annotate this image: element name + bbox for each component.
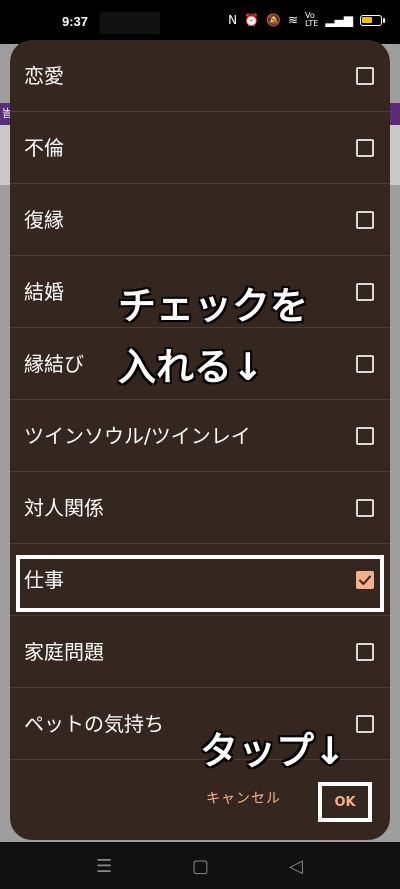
option-row[interactable]: 対人関係: [10, 472, 390, 544]
option-checkbox-checked[interactable]: [356, 571, 374, 589]
volte-icon: Vo LTE: [305, 11, 319, 28]
nfc-icon: N: [228, 13, 238, 27]
wifi-icon: ≋: [287, 13, 299, 27]
status-time: 9:37: [62, 14, 89, 29]
mute-icon: 🔕: [266, 13, 281, 27]
option-row[interactable]: 家庭問題: [10, 616, 390, 688]
option-row[interactable]: 不倫: [10, 112, 390, 184]
option-label: 縁結び: [24, 352, 84, 376]
cancel-button[interactable]: キャンセル: [206, 788, 281, 808]
option-label: 対人関係: [24, 496, 104, 520]
redacted-area: [100, 12, 160, 34]
option-label: 恋愛: [24, 64, 64, 88]
option-checkbox[interactable]: [356, 499, 374, 517]
option-row-selected[interactable]: 仕事: [10, 544, 390, 616]
option-list: 恋愛 不倫 復縁 結婚 縁結び ツインソウル/ツインレイ 対人関係 仕事 家庭問…: [10, 40, 390, 760]
option-label: ツインソウル/ツインレイ: [24, 424, 251, 448]
annotation-check-instruction: チェックを: [118, 284, 309, 328]
annotation-check-instruction-2: 入れる↓: [118, 345, 264, 389]
option-checkbox[interactable]: [356, 643, 374, 661]
signal-icon: ▂▄▆: [325, 13, 353, 27]
option-label: ペットの気持ち: [24, 712, 164, 736]
menu-icon[interactable]: ☰: [96, 856, 112, 877]
option-checkbox[interactable]: [356, 139, 374, 157]
option-checkbox[interactable]: [356, 715, 374, 733]
battery-icon: [360, 14, 385, 26]
checkmark-icon: [359, 575, 371, 585]
option-row[interactable]: ツインソウル/ツインレイ: [10, 400, 390, 472]
option-checkbox[interactable]: [356, 211, 374, 229]
ok-button[interactable]: OK: [318, 782, 372, 822]
option-row[interactable]: 恋愛: [10, 40, 390, 112]
option-checkbox[interactable]: [356, 355, 374, 373]
option-label: 家庭問題: [24, 640, 104, 664]
option-label: 復縁: [24, 208, 64, 232]
back-icon[interactable]: ◁: [289, 856, 303, 877]
option-checkbox[interactable]: [356, 427, 374, 445]
dialog-footer: キャンセル OK: [10, 770, 390, 840]
status-icons: N ⏰ 🔕 ≋ Vo LTE ▂▄▆: [228, 11, 385, 28]
navigation-bar: ☰ ▢ ◁: [0, 842, 400, 889]
status-bar: 9:37 N ⏰ 🔕 ≋ Vo LTE ▂▄▆: [0, 0, 400, 44]
home-icon[interactable]: ▢: [192, 856, 209, 877]
option-checkbox[interactable]: [356, 67, 374, 85]
option-row[interactable]: 復縁: [10, 184, 390, 256]
alarm-icon: ⏰: [244, 13, 259, 27]
annotation-tap-instruction: タップ↓: [200, 729, 346, 773]
option-checkbox[interactable]: [356, 283, 374, 301]
option-label: 不倫: [24, 136, 64, 160]
option-label: 結婚: [24, 280, 64, 304]
option-label: 仕事: [24, 568, 64, 592]
